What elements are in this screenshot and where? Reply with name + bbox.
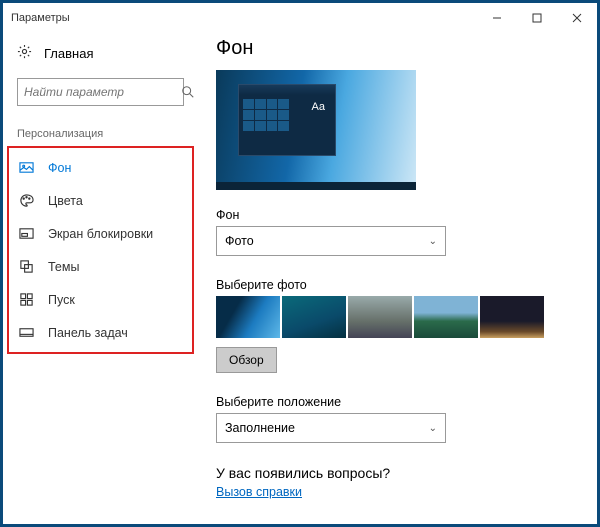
- palette-icon: [19, 193, 34, 208]
- sidebar: Главная Персонализация Фон Цвета Экран б: [3, 33, 198, 524]
- themes-icon: [19, 259, 34, 274]
- search-box[interactable]: [17, 78, 184, 106]
- lockscreen-icon: [19, 226, 34, 241]
- search-input[interactable]: [24, 85, 181, 99]
- sidebar-item-label: Экран блокировки: [48, 227, 153, 241]
- sidebar-item-lockscreen[interactable]: Экран блокировки: [9, 217, 192, 250]
- window-controls: [477, 3, 597, 33]
- sidebar-item-label: Пуск: [48, 293, 75, 307]
- help-link[interactable]: Вызов справки: [216, 485, 302, 499]
- titlebar: Параметры: [3, 3, 597, 33]
- maximize-button[interactable]: [517, 3, 557, 33]
- background-label: Фон: [216, 208, 579, 222]
- sidebar-item-label: Фон: [48, 161, 71, 175]
- chevron-down-icon: ⌄: [429, 423, 437, 434]
- main-content: Фон Aa Фон Фото ⌄ Выберите фото: [198, 33, 597, 524]
- photo-thumbnails: [216, 296, 579, 338]
- preview-window: Aa: [238, 84, 336, 156]
- photo-thumb[interactable]: [414, 296, 478, 338]
- home-nav[interactable]: Главная: [7, 36, 194, 70]
- close-button[interactable]: [557, 3, 597, 33]
- help-question: У вас появились вопросы?: [216, 465, 579, 481]
- feedback-heading: Способствуйте совершенствованию Windows.: [216, 523, 579, 524]
- sidebar-item-taskbar[interactable]: Панель задач: [9, 316, 192, 349]
- minimize-button[interactable]: [477, 3, 517, 33]
- browse-button[interactable]: Обзор: [216, 347, 277, 373]
- fit-select[interactable]: Заполнение ⌄: [216, 413, 446, 443]
- photo-thumb[interactable]: [348, 296, 412, 338]
- photo-thumb[interactable]: [282, 296, 346, 338]
- gear-icon: [17, 44, 32, 62]
- sidebar-item-background[interactable]: Фон: [9, 151, 192, 184]
- taskbar-icon: [19, 325, 34, 340]
- settings-window: Параметры Главная Персонализация Фон: [3, 3, 597, 524]
- nav-highlight-box: Фон Цвета Экран блокировки Темы Пуск: [7, 146, 194, 354]
- sidebar-item-themes[interactable]: Темы: [9, 250, 192, 283]
- home-label: Главная: [44, 46, 93, 61]
- sidebar-item-colors[interactable]: Цвета: [9, 184, 192, 217]
- preview-sample-text: Aa: [312, 101, 325, 113]
- sidebar-item-label: Цвета: [48, 194, 83, 208]
- choose-photo-label: Выберите фото: [216, 278, 579, 292]
- start-icon: [19, 292, 34, 307]
- background-select-value: Фото: [225, 234, 254, 248]
- sidebar-section-label: Персонализация: [7, 114, 194, 146]
- photo-thumb[interactable]: [480, 296, 544, 338]
- sidebar-item-label: Темы: [48, 260, 79, 274]
- background-select[interactable]: Фото ⌄: [216, 226, 446, 256]
- chevron-down-icon: ⌄: [429, 236, 437, 247]
- fit-label: Выберите положение: [216, 395, 579, 409]
- sidebar-item-start[interactable]: Пуск: [9, 283, 192, 316]
- window-title: Параметры: [11, 12, 70, 24]
- page-title: Фон: [216, 37, 579, 60]
- fit-select-value: Заполнение: [225, 421, 295, 435]
- desktop-preview: Aa: [216, 70, 416, 190]
- sidebar-item-label: Панель задач: [48, 326, 128, 340]
- photo-thumb[interactable]: [216, 296, 280, 338]
- search-icon: [181, 85, 195, 99]
- picture-icon: [19, 160, 34, 175]
